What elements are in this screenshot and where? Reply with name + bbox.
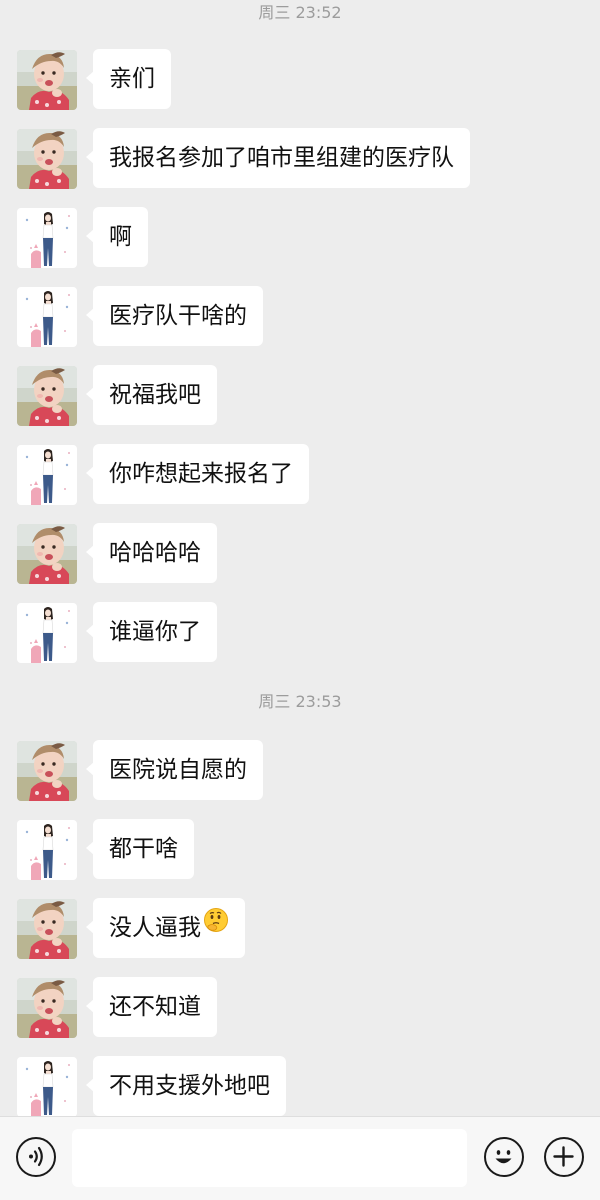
user-avatar[interactable]	[17, 208, 77, 268]
message-row: 医院说自愿的	[0, 740, 600, 802]
message-row: 还不知道	[0, 977, 600, 1039]
message-bubble[interactable]: 啊	[86, 207, 148, 267]
chat-area[interactable]: 周三 23:52 亲们 我报名参加了咱市里组建的医疗队 啊 医疗队干啥的 祝福我…	[0, 0, 600, 1116]
message-row: 没人逼我	[0, 898, 600, 960]
user-avatar[interactable]	[17, 603, 77, 663]
user-avatar[interactable]	[17, 1057, 77, 1116]
message-row: 亲们	[0, 49, 600, 111]
message-input[interactable]	[72, 1129, 467, 1187]
friend-avatar[interactable]	[17, 741, 77, 801]
message-bubble[interactable]: 谁逼你了	[86, 602, 217, 662]
friend-avatar[interactable]	[17, 524, 77, 584]
friend-avatar[interactable]	[17, 899, 77, 959]
more-button[interactable]	[544, 1137, 584, 1177]
timestamp: 周三 23:52	[258, 3, 342, 22]
user-avatar[interactable]	[17, 820, 77, 880]
voice-button[interactable]	[16, 1137, 56, 1177]
friend-avatar[interactable]	[17, 978, 77, 1038]
message-bubble[interactable]: 祝福我吧	[86, 365, 217, 425]
message-bubble[interactable]: 都干啥	[86, 819, 194, 879]
message-bubble[interactable]: 没人逼我	[86, 896, 245, 958]
friend-avatar[interactable]	[17, 129, 77, 189]
message-bubble[interactable]: 还不知道	[86, 977, 217, 1037]
message-row: 啊	[0, 207, 600, 269]
message-bubble[interactable]: 我报名参加了咱市里组建的医疗队	[86, 128, 470, 188]
message-row: 都干啥	[0, 819, 600, 881]
message-row: 我报名参加了咱市里组建的医疗队	[0, 128, 600, 190]
input-toolbar	[0, 1116, 600, 1200]
message-text: 没人逼我	[109, 915, 201, 941]
message-row: 你咋想起来报名了	[0, 444, 600, 506]
user-avatar[interactable]	[17, 445, 77, 505]
friend-avatar[interactable]	[17, 366, 77, 426]
message-bubble[interactable]: 不用支援外地吧	[86, 1056, 286, 1116]
user-avatar[interactable]	[17, 287, 77, 347]
message-bubble[interactable]: 医院说自愿的	[86, 740, 263, 800]
friend-avatar[interactable]	[17, 50, 77, 110]
message-bubble[interactable]: 你咋想起来报名了	[86, 444, 309, 504]
message-bubble[interactable]: 哈哈哈哈	[86, 523, 217, 583]
timestamp: 周三 23:53	[258, 692, 342, 711]
message-row: 不用支援外地吧	[0, 1056, 600, 1116]
thinking-face-emoji	[203, 896, 229, 956]
emoji-button[interactable]	[484, 1137, 524, 1177]
message-row: 哈哈哈哈	[0, 523, 600, 585]
message-bubble[interactable]: 医疗队干啥的	[86, 286, 263, 346]
message-row: 谁逼你了	[0, 602, 600, 664]
message-bubble[interactable]: 亲们	[86, 49, 171, 109]
message-row: 医疗队干啥的	[0, 286, 600, 348]
message-row: 祝福我吧	[0, 365, 600, 427]
